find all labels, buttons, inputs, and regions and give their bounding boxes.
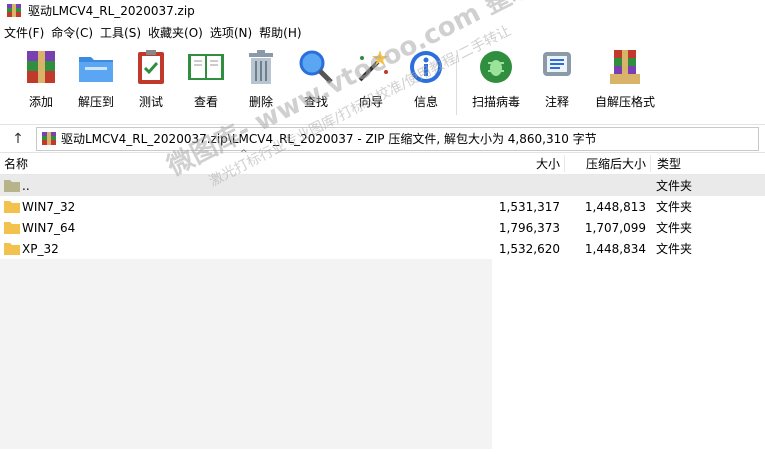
item-type: 文件夹 [656, 200, 693, 214]
test-icon [131, 47, 171, 87]
virus-scan-icon [476, 47, 516, 87]
item-packed: 1,707,099 [584, 220, 646, 235]
item-name: WIN7_32 [22, 199, 76, 214]
view-label: 查看 [193, 95, 218, 109]
winrar-app-icon [7, 3, 21, 17]
column-size[interactable]: 大小 [488, 155, 564, 172]
comment-icon [537, 47, 577, 87]
path-text: 驱动LMCV4_RL_2020037.zip\LMCV4_RL_2020037 … [61, 132, 597, 146]
add-button[interactable]: 添加 [14, 47, 68, 110]
comment-label: 注释 [544, 95, 569, 109]
wizard-button[interactable]: 向导 [344, 47, 398, 110]
comment-button[interactable]: 注释 [530, 47, 584, 110]
delete-label: 删除 [248, 95, 273, 109]
menu-bar: 文件(F) 命令(C) 工具(S) 收藏夹(O) 选项(N) 帮助(H) [0, 21, 765, 43]
find-button[interactable]: 查找 [289, 47, 343, 110]
path-field[interactable]: 驱动LMCV4_RL_2020037.zip\LMCV4_RL_2020037 … [36, 126, 759, 151]
list-item[interactable]: WIN7_64 1,796,373 1,707,099 文件夹 [0, 217, 765, 238]
column-type[interactable]: 类型 [650, 155, 765, 172]
column-packed-size[interactable]: 压缩后大小 [564, 155, 650, 172]
menu-options[interactable]: 选项(N) [210, 24, 259, 41]
list-item-parent[interactable]: .. 文件夹 [0, 175, 765, 196]
title-bar: 驱动LMCV4_RL_2020037.zip [0, 0, 765, 21]
column-header: ^ 名称 大小 压缩后大小 类型 [0, 149, 765, 175]
item-size: 1,796,373 [498, 220, 560, 235]
find-label: 查找 [303, 95, 328, 109]
test-button[interactable]: 测试 [124, 47, 178, 110]
menu-command[interactable]: 命令(C) [51, 24, 100, 41]
list-item[interactable]: XP_32 1,532,620 1,448,834 文件夹 [0, 238, 765, 259]
menu-help[interactable]: 帮助(H) [259, 24, 308, 41]
info-label: 信息 [413, 95, 438, 109]
info-icon [406, 47, 446, 87]
empty-list-area [0, 259, 492, 449]
up-arrow-icon: ↑ [12, 130, 24, 147]
delete-icon [241, 47, 281, 87]
archive-icon [42, 131, 56, 145]
view-button[interactable]: 查看 [179, 47, 233, 110]
extract-to-icon [76, 47, 116, 87]
sort-arrow-icon: ^ [240, 149, 248, 159]
item-type: 文件夹 [656, 179, 693, 193]
add-label: 添加 [28, 95, 53, 109]
item-name: .. [22, 178, 30, 193]
item-size: 1,532,620 [498, 241, 560, 256]
item-name: XP_32 [22, 241, 59, 256]
delete-button[interactable]: 删除 [234, 47, 288, 110]
menu-file[interactable]: 文件(F) [4, 24, 51, 41]
toolbar-separator [456, 55, 457, 115]
item-size: 1,531,317 [498, 199, 560, 214]
sfx-label: 自解压格式 [594, 95, 655, 109]
extract-to-button[interactable]: 解压到 [69, 47, 123, 110]
item-name: WIN7_64 [22, 220, 76, 235]
virus-scan-label: 扫描病毒 [471, 95, 520, 109]
menu-tools[interactable]: 工具(S) [100, 24, 148, 41]
up-button[interactable]: ↑ [0, 125, 36, 153]
item-type: 文件夹 [656, 242, 693, 256]
wizard-label: 向导 [358, 95, 383, 109]
virus-scan-button[interactable]: 扫描病毒 [463, 47, 529, 110]
wizard-icon [351, 47, 391, 87]
list-item[interactable]: WIN7_32 1,531,317 1,448,813 文件夹 [0, 196, 765, 217]
view-icon [186, 47, 226, 87]
address-bar: ↑ 驱动LMCV4_RL_2020037.zip\LMCV4_RL_202003… [0, 125, 765, 153]
add-archive-icon [21, 47, 61, 87]
toolbar: 添加 解压到 测试 查看 删除 查找 向导 信息 扫描病毒 注释 自解压格式 [0, 43, 765, 125]
test-label: 测试 [138, 95, 163, 109]
folder-icon [4, 201, 20, 213]
extract-to-label: 解压到 [77, 95, 114, 109]
item-packed: 1,448,813 [584, 199, 646, 214]
info-button[interactable]: 信息 [399, 47, 453, 110]
sfx-button[interactable]: 自解压格式 [585, 47, 665, 110]
sfx-icon [605, 47, 645, 87]
window-title: 驱动LMCV4_RL_2020037.zip [28, 4, 195, 18]
folder-icon [4, 222, 20, 234]
folder-icon [4, 243, 20, 255]
parent-folder-icon [4, 180, 20, 192]
file-list: .. 文件夹 WIN7_32 1,531,317 1,448,813 文件夹 W… [0, 175, 765, 449]
menu-favorites[interactable]: 收藏夹(O) [148, 24, 210, 41]
item-type: 文件夹 [656, 221, 693, 235]
find-icon [296, 47, 336, 87]
item-packed: 1,448,834 [584, 241, 646, 256]
